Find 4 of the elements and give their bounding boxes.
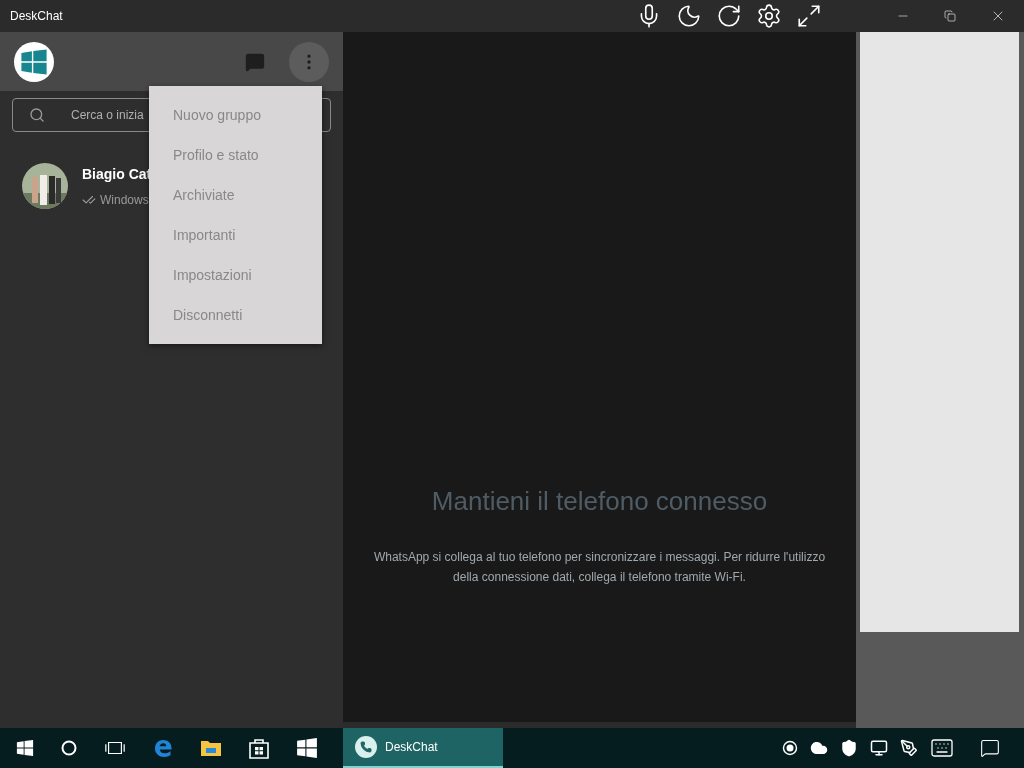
window-title: DeskChat bbox=[10, 8, 63, 25]
main-heading: Mantieni il telefono connesso bbox=[431, 485, 768, 518]
message-preview: Windows bbox=[100, 191, 149, 209]
main-description: WhatsApp si collega al tuo telefono per sincronizzare i messaggi. Per ridurre l'utilizzo della connessione dati, collega il telefono tramite Wi-Fi. bbox=[372, 549, 827, 586]
